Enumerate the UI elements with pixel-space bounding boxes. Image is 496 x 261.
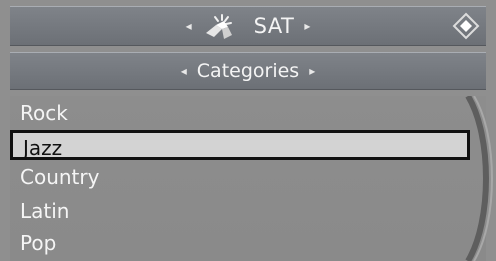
category-bar: ◂ Categories ▸ [10, 52, 486, 90]
source-prev-arrow[interactable]: ◂ [186, 19, 192, 33]
category-prev-arrow[interactable]: ◂ [181, 64, 187, 78]
scroll-indicator[interactable] [430, 96, 496, 261]
radio-screen: ◂ SAT ▸ ◂ Categories ▸ Rock Jazz Country… [0, 0, 496, 261]
category-list: Rock Jazz Country Latin Pop [10, 96, 493, 261]
source-title: SAT [253, 14, 295, 38]
home-icon[interactable] [450, 10, 482, 42]
list-item-pop[interactable]: Pop [20, 228, 56, 258]
category-title: Categories [196, 60, 300, 82]
source-next-arrow[interactable]: ▸ [304, 19, 310, 33]
satellite-icon [202, 11, 238, 41]
category-next-arrow[interactable]: ▸ [309, 64, 315, 78]
list-item-latin[interactable]: Latin [20, 196, 69, 226]
source-bar: ◂ SAT ▸ [10, 6, 486, 46]
list-item-country[interactable]: Country [20, 162, 99, 192]
list-item-rock[interactable]: Rock [20, 98, 68, 128]
list-item-jazz[interactable]: Jazz [10, 130, 470, 160]
